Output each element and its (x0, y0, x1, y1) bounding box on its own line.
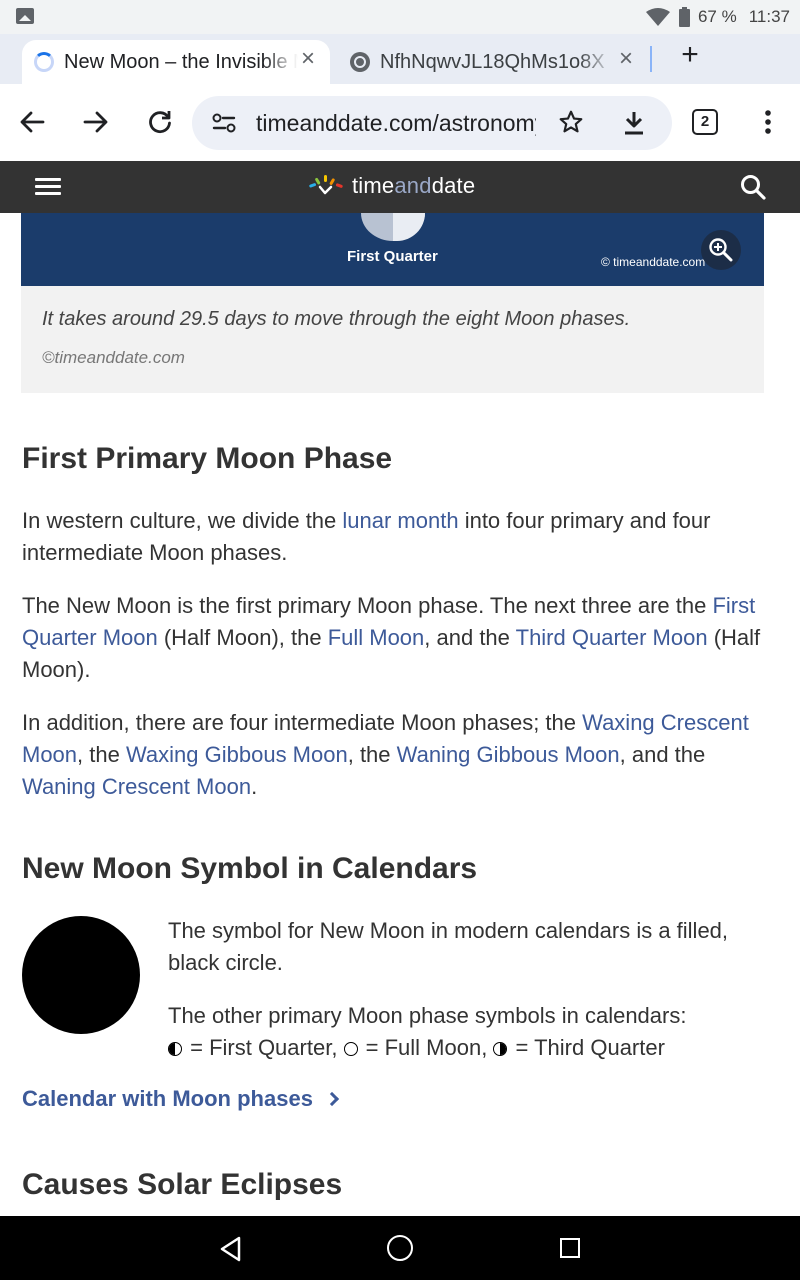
text: The other primary Moon phase symbols in … (168, 1003, 687, 1028)
site-logo[interactable]: time and date (306, 173, 475, 199)
zoom-in-icon (709, 238, 733, 262)
link-lunar-month[interactable]: lunar month (342, 508, 458, 533)
first-quarter-moon-image (361, 213, 425, 241)
browser-toolbar: timeanddate.com/astronomy/moon/new-moon.… (0, 84, 800, 161)
tab-title: New Moon – the Invisible Moon (64, 50, 298, 73)
tab-title: NfhNqwvJL18QhMs1o8X (380, 50, 605, 73)
forward-button[interactable] (80, 106, 112, 138)
moon-phases-image[interactable]: First Quarter © timeanddate.com (21, 213, 764, 286)
new-tab-button[interactable]: + (676, 40, 704, 70)
calendar-moon-phases-link[interactable]: Calendar with Moon phases (22, 1086, 340, 1112)
link-label: Calendar with Moon phases (22, 1086, 313, 1111)
link-waning-crescent-moon[interactable]: Waning Crescent Moon (22, 774, 251, 799)
section-heading-symbol: New Moon Symbol in Calendars (22, 852, 478, 885)
status-bar: 67 % 11:37 (0, 0, 800, 34)
image-phase-label: First Quarter (347, 248, 438, 265)
text: , and the (619, 742, 706, 767)
paragraph-other-symbols: The other primary Moon phase symbols in … (168, 1000, 768, 1064)
nav-recents-icon[interactable] (560, 1238, 580, 1258)
logo-mark-icon (309, 175, 343, 195)
site-header: time and date (0, 161, 800, 213)
download-icon[interactable] (622, 110, 646, 136)
text: In western culture, we divide the (22, 508, 343, 533)
back-button[interactable] (16, 106, 48, 138)
nav-back-icon[interactable] (218, 1236, 244, 1262)
text: In addition, there are four intermediate… (22, 710, 583, 735)
image-caption-box: It takes around 29.5 days to move throug… (21, 286, 764, 393)
globe-icon (350, 52, 370, 72)
bookmark-star-icon[interactable] (558, 109, 584, 135)
tab-new-moon[interactable]: New Moon – the Invisible Moon × (22, 40, 330, 84)
zoom-image-button[interactable] (701, 230, 741, 270)
nav-home-icon[interactable] (387, 1235, 413, 1261)
paragraph-lunar-month: In western culture, we divide the lunar … (22, 505, 767, 569)
system-nav-bar (0, 1216, 800, 1280)
close-tab-icon[interactable]: × (296, 47, 320, 72)
text: = Third Quarter (509, 1035, 665, 1060)
wifi-icon (645, 8, 670, 26)
hamburger-menu-icon[interactable] (35, 178, 61, 196)
address-bar[interactable]: timeanddate.com/astronomy/moon/new-moon.… (192, 96, 672, 150)
paragraph-symbol: The symbol for New Moon in modern calend… (168, 918, 729, 975)
reload-icon (149, 111, 171, 134)
menu-button[interactable] (752, 106, 784, 138)
new-moon-symbol-image (22, 916, 140, 1034)
image-credit: ©timeanddate.com (42, 348, 185, 367)
search-icon[interactable] (740, 174, 766, 200)
paragraph-intermediate-phases: In addition, there are four intermediate… (22, 707, 767, 803)
reload-button[interactable] (144, 106, 176, 138)
loading-spinner-icon (34, 52, 54, 72)
text: = Full Moon, (359, 1035, 494, 1060)
tab-second[interactable]: NfhNqwvJL18QhMs1o8X × (338, 40, 648, 84)
logo-time: time (352, 173, 395, 198)
more-vert-icon (765, 110, 771, 134)
arrow-left-icon (20, 111, 45, 133)
link-third-quarter-moon[interactable]: Third Quarter Moon (516, 625, 708, 650)
link-full-moon[interactable]: Full Moon (328, 625, 425, 650)
text: , and the (424, 625, 516, 650)
text: (Half Moon), the (157, 625, 328, 650)
third-quarter-symbol-icon (493, 1042, 508, 1056)
section-heading-solar-eclipses: Causes Solar Eclipses (22, 1168, 343, 1201)
tab-count: 2 (692, 109, 718, 135)
tab-switcher-button[interactable]: 2 (689, 106, 721, 138)
battery-icon (678, 7, 690, 27)
site-info-icon[interactable] (212, 112, 236, 134)
text: . (251, 774, 258, 799)
link-waxing-gibbous-moon[interactable]: Waxing Gibbous Moon (126, 742, 348, 767)
arrow-right-icon (83, 111, 108, 133)
text: = First Quarter, (184, 1035, 344, 1060)
text: , the (347, 742, 397, 767)
chevron-right-icon (324, 1091, 340, 1107)
first-quarter-symbol-icon (168, 1042, 182, 1056)
logo-and: and (394, 173, 432, 198)
tab-separator (650, 46, 652, 72)
logo-date: date (431, 173, 476, 198)
image-copyright: © timeanddate.com (601, 255, 706, 269)
image-caption: It takes around 29.5 days to move throug… (42, 308, 631, 330)
clock: 11:37 (748, 7, 790, 26)
paragraph-primary-phases: The New Moon is the first primary Moon p… (22, 590, 767, 686)
section-heading-first-primary: First Primary Moon Phase (22, 442, 393, 475)
gallery-notification-icon (16, 8, 34, 24)
link-waning-gibbous-moon[interactable]: Waning Gibbous Moon (397, 742, 620, 767)
close-tab-icon[interactable]: × (614, 47, 638, 72)
full-moon-symbol-icon (343, 1042, 358, 1056)
url-text[interactable]: timeanddate.com/astronomy/moon/new-moon.… (256, 110, 536, 137)
text: The New Moon is the first primary Moon p… (22, 593, 713, 618)
text: , the (77, 742, 126, 767)
battery-percent: 67 % (697, 7, 737, 26)
